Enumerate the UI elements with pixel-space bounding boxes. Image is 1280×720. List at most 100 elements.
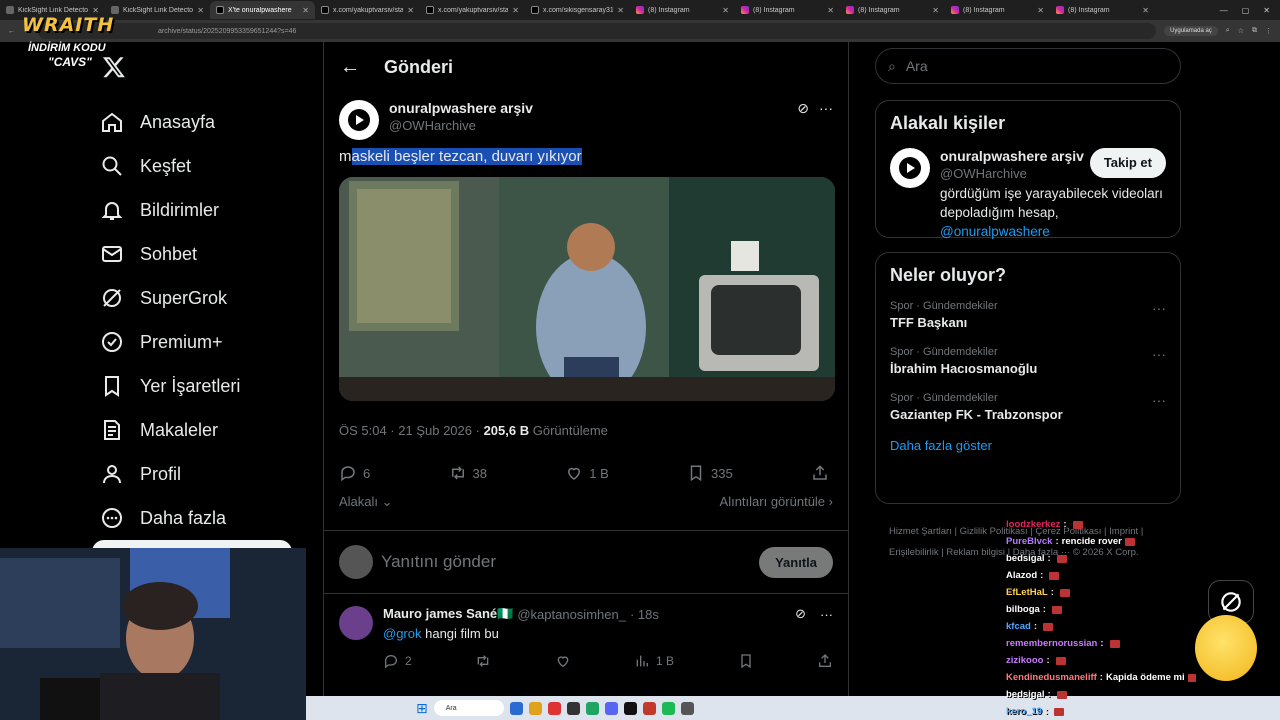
chat-username[interactable]: kero_19 [1006, 706, 1042, 717]
browser-tab[interactable]: KickSight Link Detector ✕ [105, 1, 210, 19]
taskbar-app-icon[interactable] [623, 701, 637, 715]
taskbar-app-icon[interactable] [661, 701, 675, 715]
zoom-icon[interactable]: ⌕ [1226, 27, 1230, 35]
related-person[interactable]: onuralpwashere arşiv @OWHarchive Takip e… [890, 148, 1166, 242]
more-icon[interactable]: ··· [1152, 300, 1166, 330]
taskbar-app-icon[interactable] [680, 701, 694, 715]
sidebar-item-bookmark[interactable]: Yer İşaretleri [100, 364, 240, 408]
views-action[interactable]: 1 B [634, 653, 674, 669]
chat-username[interactable]: remembernorussian [1006, 638, 1097, 649]
sidebar-item-person[interactable]: Profil [100, 452, 240, 496]
like-action[interactable]: 1 B [565, 464, 609, 482]
menu-dots-icon[interactable]: ⋮ [1265, 27, 1272, 35]
browser-tab[interactable]: x.com/sikisgensaray31/st✕ [525, 1, 630, 19]
author-name[interactable]: onuralpwashere arşiv [389, 100, 533, 116]
chat-username[interactable]: kfcad [1006, 621, 1031, 632]
browser-tab[interactable]: x.com/yakuptvarsiv/statu ✕ [420, 1, 525, 19]
window-controls[interactable]: — ▢ ✕ [1220, 6, 1280, 15]
sidebar-item-verified[interactable]: Premium+ [100, 320, 240, 364]
more-icon[interactable]: ··· [820, 607, 833, 622]
share-action[interactable] [817, 653, 833, 669]
chat-username[interactable]: Alazod [1006, 570, 1037, 581]
like-action[interactable] [555, 653, 571, 669]
star-icon[interactable]: ☆ [1238, 27, 1244, 35]
more-icon[interactable]: ··· [819, 100, 833, 117]
browser-tab[interactable]: X'te onuralpwashere ✕ [210, 1, 315, 19]
avatar[interactable] [339, 606, 373, 640]
bookmark-action[interactable] [738, 653, 754, 669]
grok-icon[interactable]: ⊘ [795, 606, 806, 622]
reply-author-name[interactable]: Mauro james Sané🇳🇬 [383, 606, 513, 622]
close-tab-icon[interactable]: ✕ [827, 6, 834, 15]
trend-item[interactable]: Spor · Gündemdekiler Gaziantep FK - Trabz… [890, 392, 1166, 422]
taskbar-app-icon[interactable] [528, 701, 542, 715]
taskbar-app-icon[interactable] [604, 701, 618, 715]
related-handle[interactable]: @OWHarchive [940, 166, 1084, 181]
view-quotes-link[interactable]: Alıntıları görüntüle › [720, 494, 833, 510]
chat-username[interactable]: loodzkerkez [1006, 519, 1060, 530]
related-name[interactable]: onuralpwashere arşiv [940, 148, 1084, 164]
close-tab-icon[interactable]: ✕ [932, 6, 939, 15]
maximize-icon[interactable]: ▢ [1242, 6, 1250, 15]
grok-icon[interactable]: ⊘ [797, 100, 809, 117]
close-window-icon[interactable]: ✕ [1263, 6, 1270, 15]
browser-tab[interactable]: (8) Instagram ✕ [840, 1, 945, 19]
sidebar-item-search[interactable]: Keşfet [100, 144, 240, 188]
browser-tab[interactable]: (8) Instagram ✕ [735, 1, 840, 19]
x-logo-icon[interactable] [102, 55, 126, 79]
bookmark-action[interactable]: 335 [687, 464, 733, 482]
retweet-action[interactable]: 38 [449, 464, 487, 482]
windows-start-icon[interactable]: ⊞ [416, 700, 428, 717]
reply-action[interactable]: 6 [339, 464, 370, 482]
reply-button[interactable]: Yanıtla [759, 546, 833, 578]
close-tab-icon[interactable]: ✕ [302, 6, 309, 15]
chat-username[interactable]: zizikooo [1006, 655, 1043, 666]
sidebar-item-bell[interactable]: Bildirimler [100, 188, 240, 232]
chat-username[interactable]: EfLetHaL [1006, 587, 1048, 598]
reply-time[interactable]: · 18s [630, 607, 659, 622]
tweet-timestamp[interactable]: ÖS 5:04 · 21 Şub 2026 · [339, 423, 480, 438]
open-in-app-button[interactable]: Uygulamada aç [1164, 26, 1218, 36]
close-tab-icon[interactable]: ✕ [1142, 6, 1149, 15]
reply-action[interactable]: 2 [383, 653, 412, 669]
taskbar-app-icon[interactable] [547, 701, 561, 715]
taskbar-search[interactable]: Ara [433, 700, 504, 716]
close-tab-icon[interactable]: ✕ [512, 6, 519, 15]
sidebar-item-home[interactable]: Anasayfa [100, 100, 240, 144]
taskbar-app-icon[interactable] [566, 701, 580, 715]
browser-tab[interactable]: (8) Instagram ✕ [1050, 1, 1155, 19]
trend-item[interactable]: Spor · Gündemdekiler TFF Başkanı ··· [890, 300, 1166, 330]
taskbar-app-icon[interactable] [509, 701, 523, 715]
extensions-icon[interactable]: ⧉ [1252, 27, 1257, 35]
close-tab-icon[interactable]: ✕ [617, 6, 624, 15]
close-tab-icon[interactable]: ✕ [722, 6, 729, 15]
author-handle[interactable]: @OWHarchive [389, 118, 533, 133]
search-input[interactable]: Ara [906, 58, 928, 74]
more-icon[interactable]: ··· [1152, 346, 1166, 376]
sidebar-item-mail[interactable]: Sohbet [100, 232, 240, 276]
sidebar-item-more-circle[interactable]: Daha fazla [100, 496, 240, 540]
close-tab-icon[interactable]: ✕ [407, 6, 414, 15]
retweet-action[interactable] [475, 653, 491, 669]
chat-username[interactable]: PureBlvck [1006, 536, 1052, 547]
reply-author-handle[interactable]: @kaptanosimhen_ [517, 607, 626, 622]
reply-mention[interactable]: @grok [383, 626, 422, 641]
follow-button[interactable]: Takip et [1089, 148, 1166, 178]
back-icon[interactable]: ← [8, 28, 15, 35]
sort-dropdown[interactable]: Alakalı ⌄ [339, 494, 393, 510]
trend-item[interactable]: Spor · Gündemdekiler İbrahim Hacıosmanoğl… [890, 346, 1166, 376]
minimize-icon[interactable]: — [1220, 6, 1228, 15]
search-box[interactable]: ⌕ Ara [875, 48, 1181, 84]
more-icon[interactable]: ··· [1152, 392, 1166, 422]
close-tab-icon[interactable]: ✕ [1037, 6, 1044, 15]
url-field[interactable]: archive/status/2025209953359651244?s=46 [38, 23, 1157, 39]
sidebar-item-article[interactable]: Makaleler [100, 408, 240, 452]
taskbar-app-icon[interactable] [642, 701, 656, 715]
chat-username[interactable]: bedsigal [1006, 553, 1045, 564]
taskbar-app-icon[interactable] [585, 701, 599, 715]
bio-mention[interactable]: @onuralpwashere [940, 224, 1050, 239]
chat-username[interactable]: bedsigal [1006, 689, 1045, 700]
show-more-link[interactable]: Daha fazla göster [890, 438, 1166, 453]
avatar[interactable] [339, 100, 379, 140]
back-arrow-icon[interactable]: ← [340, 56, 360, 79]
